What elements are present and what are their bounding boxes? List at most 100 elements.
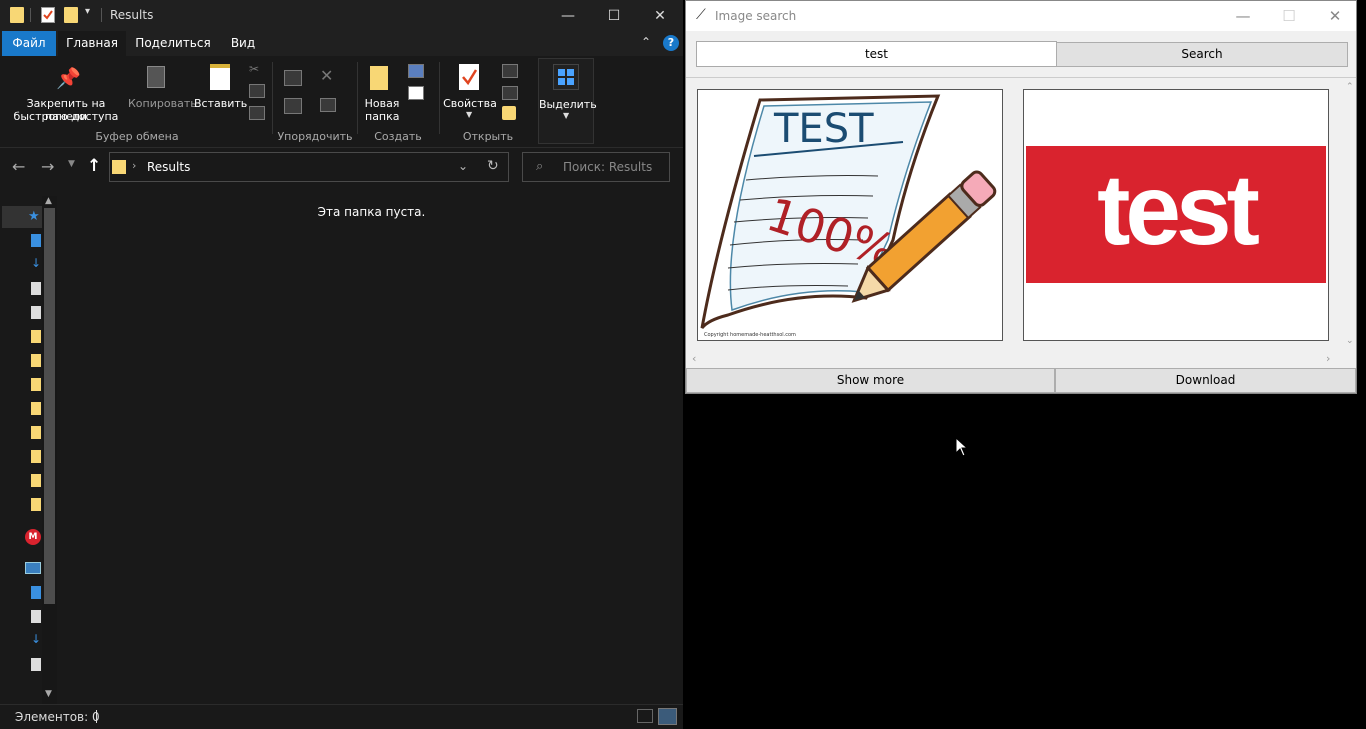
mega-icon[interactable]: M bbox=[25, 529, 41, 545]
copy-label: Копировать bbox=[128, 97, 197, 110]
group-separator bbox=[272, 62, 273, 134]
copy-button[interactable]: Копировать bbox=[128, 62, 197, 126]
show-more-button[interactable]: Show more bbox=[686, 368, 1055, 393]
history-icon[interactable] bbox=[502, 106, 516, 120]
properties-icon[interactable] bbox=[41, 7, 55, 23]
close-button[interactable]: ✕ bbox=[637, 0, 683, 31]
open-icon[interactable] bbox=[502, 64, 518, 78]
minimize-button[interactable]: — bbox=[1220, 1, 1266, 31]
new-folder-button[interactable]: Новая папка bbox=[362, 62, 402, 126]
folder-icon[interactable] bbox=[31, 378, 41, 391]
easy-access-icon[interactable] bbox=[408, 86, 424, 100]
tab-file[interactable]: Файл bbox=[2, 31, 56, 56]
folder-icon[interactable] bbox=[31, 450, 41, 463]
address-bar[interactable]: › Results ⌄ ↻ bbox=[109, 152, 509, 182]
scroll-down-icon[interactable]: ▼ bbox=[45, 689, 52, 699]
scrollbar[interactable]: ▲ ▼ bbox=[42, 196, 57, 704]
group-separator bbox=[357, 62, 358, 134]
group-label-organize: Упорядочить bbox=[277, 130, 353, 143]
tab-view[interactable]: Вид bbox=[222, 31, 264, 56]
window-title: Image search bbox=[715, 9, 797, 23]
folder-icon[interactable] bbox=[31, 426, 41, 439]
scroll-up-icon[interactable]: ▲ bbox=[45, 196, 52, 206]
desktop-icon[interactable] bbox=[31, 586, 41, 599]
tab-share[interactable]: Поделиться bbox=[130, 31, 216, 56]
folder-icon[interactable] bbox=[31, 498, 41, 511]
group-label-open: Открыть bbox=[462, 130, 514, 143]
up-icon[interactable]: ↑ bbox=[87, 156, 101, 176]
select-label: Выделить bbox=[539, 98, 597, 111]
paste-button[interactable]: Вставить bbox=[194, 62, 247, 126]
horizontal-scrollbar[interactable]: ‹ › bbox=[686, 352, 1344, 366]
refresh-icon[interactable]: ↻ bbox=[487, 158, 499, 174]
back-icon[interactable]: ← bbox=[12, 157, 25, 176]
properties-button[interactable]: Свойства ▼ bbox=[443, 62, 497, 126]
paste-shortcut-icon[interactable] bbox=[249, 106, 265, 120]
pin-icon: 📌 bbox=[56, 66, 81, 90]
group-label-new: Создать bbox=[374, 130, 422, 143]
search-box[interactable]: ⌕ Поиск: Results bbox=[522, 152, 670, 182]
minimize-button[interactable]: — bbox=[545, 0, 591, 31]
select-button[interactable]: Выделить ▼ bbox=[538, 58, 597, 144]
folder-icon[interactable] bbox=[31, 474, 41, 487]
folder-icon[interactable] bbox=[31, 330, 41, 343]
downloads-icon[interactable]: ↓ bbox=[31, 256, 41, 270]
collapse-ribbon-icon[interactable]: ⌃ bbox=[641, 35, 651, 49]
downloads-icon[interactable]: ↓ bbox=[31, 632, 41, 646]
this-pc-icon[interactable] bbox=[25, 562, 41, 574]
cut-icon[interactable]: ✂ bbox=[249, 62, 259, 76]
results-panel: TEST 100% Copyright homemade-heatthsol.c… bbox=[686, 77, 1356, 367]
item-count: Элементов: 0 bbox=[15, 710, 100, 724]
search-button[interactable]: Search bbox=[1056, 42, 1348, 67]
chevron-down-icon[interactable]: ⌄ bbox=[458, 159, 468, 173]
maximize-button[interactable]: ☐ bbox=[591, 0, 637, 31]
star-icon: ★ bbox=[28, 209, 40, 224]
pictures-icon[interactable] bbox=[31, 306, 41, 319]
pictures-icon[interactable] bbox=[31, 658, 41, 671]
close-button[interactable]: ✕ bbox=[1312, 1, 1358, 31]
tab-home[interactable]: Главная bbox=[58, 31, 126, 56]
scroll-down-icon[interactable]: ⌄ bbox=[1346, 336, 1354, 346]
new-folder-label-line2: папка bbox=[365, 110, 400, 123]
scroll-right-icon[interactable]: › bbox=[1326, 352, 1330, 365]
copy-to-icon[interactable] bbox=[284, 98, 302, 114]
status-bar: Элементов: 0 bbox=[0, 704, 683, 729]
help-icon[interactable]: ? bbox=[663, 35, 679, 51]
search-input[interactable]: Поиск: Results bbox=[563, 160, 652, 174]
new-item-icon[interactable] bbox=[408, 64, 424, 78]
copyright-text: Copyright homemade-heatthsol.com bbox=[704, 332, 796, 338]
large-icons-view-icon[interactable] bbox=[658, 708, 677, 725]
scroll-left-icon[interactable]: ‹ bbox=[692, 352, 696, 365]
search-input[interactable]: test bbox=[696, 41, 1057, 67]
customize-quick-access-icon[interactable]: ▾ bbox=[85, 6, 90, 17]
breadcrumb-results[interactable]: Results bbox=[147, 160, 190, 174]
new-folder-icon[interactable] bbox=[64, 7, 78, 23]
chevron-down-icon: ▼ bbox=[466, 110, 473, 119]
download-button[interactable]: Download bbox=[1055, 368, 1356, 393]
delete-icon[interactable]: ✕ bbox=[320, 66, 333, 85]
folder-icon[interactable] bbox=[31, 354, 41, 367]
maximize-button[interactable]: ☐ bbox=[1266, 1, 1312, 31]
scrollbar-thumb[interactable] bbox=[44, 208, 55, 604]
paste-icon bbox=[210, 64, 230, 90]
recent-locations-icon[interactable]: ▼ bbox=[68, 159, 75, 169]
copy-path-icon[interactable] bbox=[249, 84, 265, 98]
ribbon: 📌 Закрепить на панели быстрого доступа К… bbox=[0, 56, 683, 148]
rename-icon[interactable] bbox=[320, 98, 336, 112]
folder-icon[interactable] bbox=[31, 402, 41, 415]
result-image-2[interactable]: test bbox=[1023, 89, 1329, 341]
group-separator bbox=[439, 62, 440, 134]
details-view-icon[interactable] bbox=[637, 709, 653, 723]
title-bar: ⟋ Image search — ☐ ✕ bbox=[686, 1, 1356, 31]
documents-icon[interactable] bbox=[31, 282, 41, 295]
pin-to-quick-access-button[interactable]: 📌 Закрепить на панели быстрого доступа bbox=[4, 62, 128, 126]
documents-icon[interactable] bbox=[31, 610, 41, 623]
desktop-icon[interactable] bbox=[31, 234, 41, 247]
vertical-scrollbar[interactable]: ⌃ ⌄ bbox=[1344, 80, 1356, 348]
scroll-up-icon[interactable]: ⌃ bbox=[1346, 82, 1354, 92]
result-image-1[interactable]: TEST 100% Copyright homemade-heatthsol.c… bbox=[697, 89, 1003, 341]
folder-icon bbox=[112, 160, 126, 174]
move-to-icon[interactable] bbox=[284, 70, 302, 86]
edit-icon[interactable] bbox=[502, 86, 518, 100]
forward-icon[interactable]: → bbox=[41, 157, 54, 176]
